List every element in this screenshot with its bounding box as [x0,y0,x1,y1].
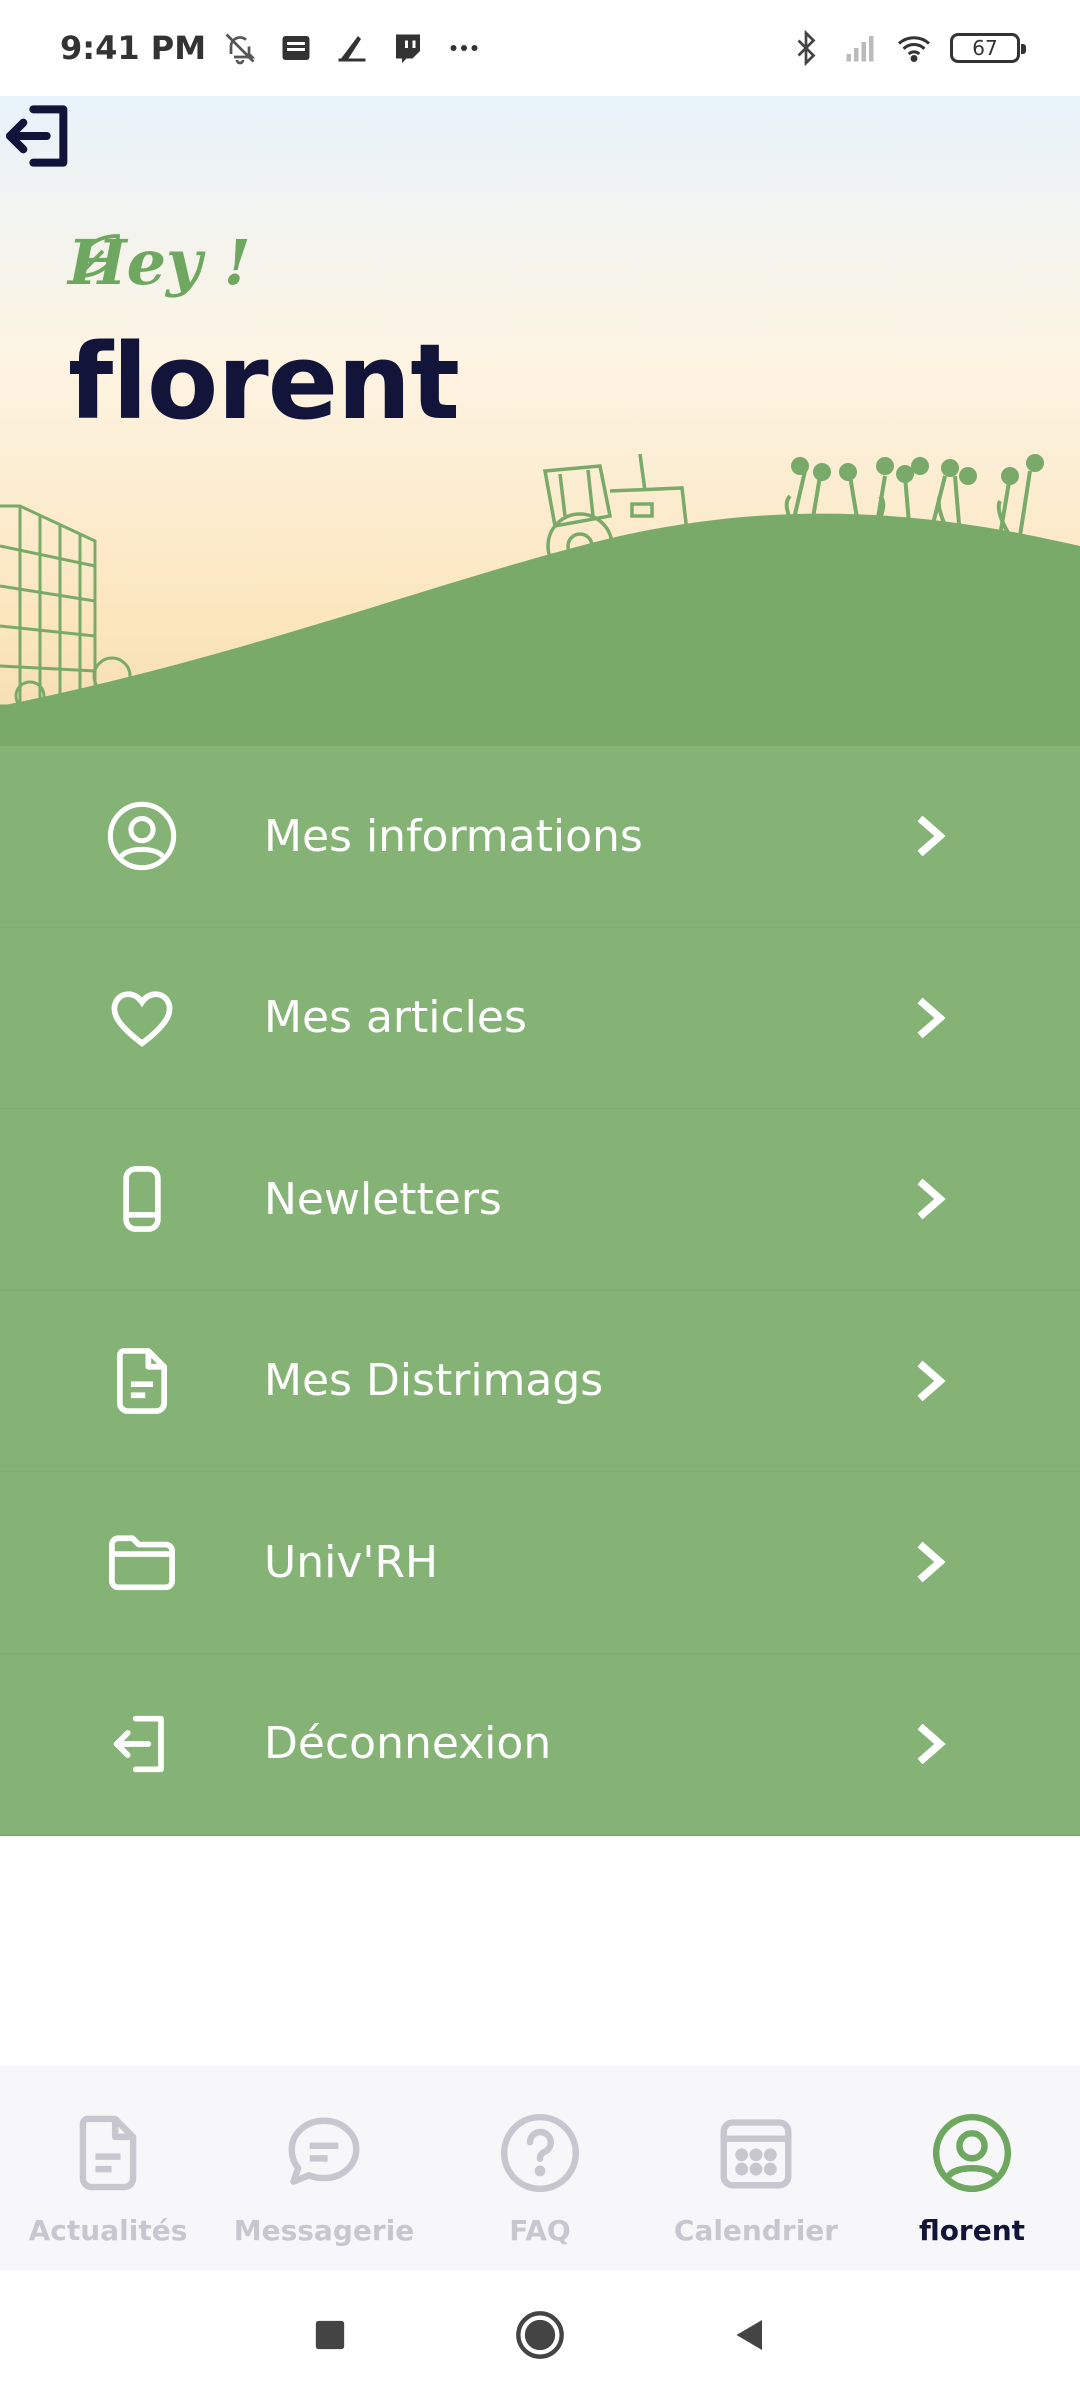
menu-item-label: Mes articles [264,992,527,1044]
tab-actualites[interactable]: Actualités [0,2066,216,2270]
menu-item-label: Mes informations [264,810,643,862]
status-right-icons: 67 [788,30,1026,66]
bottom-tab-bar: Actualités Messagerie FAQ Calendrier flo… [0,2066,1080,2270]
folder-icon [109,1535,175,1591]
tab-label: FAQ [509,2214,571,2247]
help-icon [500,2113,580,2193]
logout-icon [113,1715,164,1772]
tab-label: Messagerie [233,2214,415,2247]
user-circle-icon [107,802,177,871]
phone-icon [123,1166,161,1233]
bluetooth-icon [797,30,816,66]
tab-label: Actualités [28,2214,188,2247]
menu-item-univ-rh[interactable]: Univ'RH [0,1472,1080,1654]
menu-item-label: Newletters [264,1173,502,1225]
profile-menu: Mes informations Mes articles Newletters… [0,746,1080,1836]
app-icon [338,36,366,62]
mute-icon [225,33,256,65]
menu-item-mes-distrimags[interactable]: Mes Distrimags [0,1290,1080,1472]
chevron-right-icon [917,1178,946,1220]
status-time: 9:41 PM [60,29,207,67]
tab-label: Calendrier [673,2214,839,2247]
profile-header: Hey ! florent [0,96,1080,746]
tab-calendrier[interactable]: Calendrier [648,2066,864,2270]
tab-messagerie[interactable]: Messagerie [216,2066,432,2270]
menu-item-mes-informations[interactable]: Mes informations [0,746,1080,928]
twitch-icon [396,34,421,63]
document-icon [116,1347,168,1414]
menu-item-newletters[interactable]: Newletters [0,1109,1080,1291]
back-button[interactable] [720,2305,780,2365]
tab-label: florent [918,2214,1026,2247]
greeting: Hey ! [68,226,251,299]
tab-faq[interactable]: FAQ [432,2066,648,2270]
menu-item-deconnexion[interactable]: Déconnexion [0,1653,1080,1835]
battery-level: 67 [972,36,998,60]
leaf-icon [76,234,120,278]
chevron-right-icon [917,997,946,1039]
logout-icon[interactable] [0,96,80,176]
chevron-right-icon [917,815,946,857]
menu-item-label: Déconnexion [264,1718,552,1770]
signal-icon [846,36,874,62]
wifi-icon [898,36,930,62]
recents-button[interactable] [300,2305,360,2365]
menu-item-label: Univ'RH [264,1536,439,1588]
status-left-icons [222,30,482,66]
user-circle-icon [932,2113,1012,2193]
square-icon [315,2320,345,2350]
user-name: florent [68,321,460,443]
chevron-right-icon [917,1541,946,1583]
document-icon [79,2115,137,2191]
menu-item-mes-articles[interactable]: Mes articles [0,927,1080,1109]
chat-icon [288,2117,360,2185]
tab-profile[interactable]: florent [864,2066,1080,2270]
circle-icon [516,2311,564,2359]
back-triangle-icon [736,2320,762,2350]
calendar-icon [720,2119,792,2189]
app-version: V 1.1.2 [476,1978,604,2016]
heart-icon [111,991,173,1047]
home-button[interactable] [510,2305,570,2365]
battery-icon: 67 [950,33,1026,63]
flower-heads [791,454,1044,485]
system-nav-bar [0,2270,1080,2400]
status-bar: 9:41 PM 67 [0,0,1080,96]
news-icon [282,36,310,60]
chevron-right-icon [917,1723,946,1765]
building-illustration [0,504,132,712]
menu-item-label: Mes Distrimags [264,1355,604,1407]
more-icon [450,45,478,51]
chevron-right-icon [917,1360,946,1402]
